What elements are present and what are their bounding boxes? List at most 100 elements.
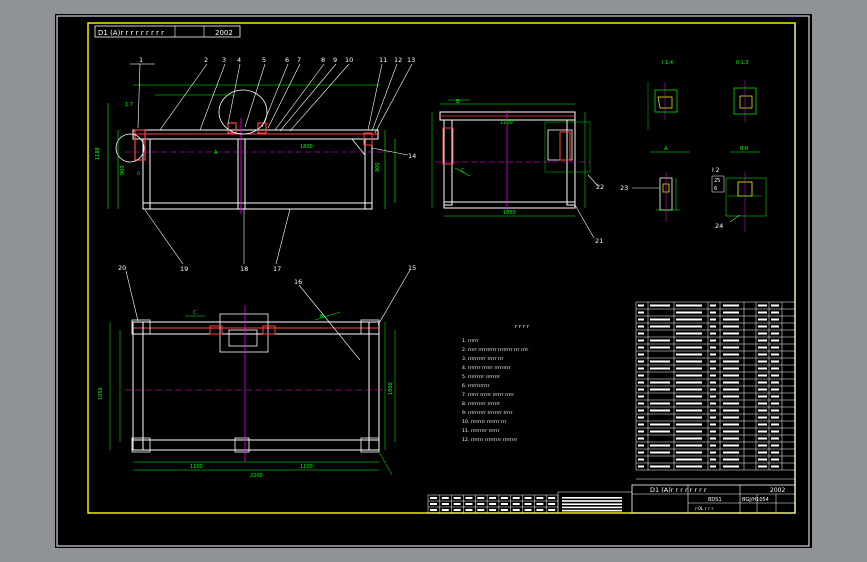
table-cell-text [638,416,644,419]
table-cell-text [638,381,644,384]
svg-text:1188: 1188 [95,147,101,160]
table-cell-text [512,509,520,511]
table-cell-text [489,503,497,505]
table-cell-text [710,402,716,405]
drawing-sheet [55,14,812,548]
table-cell-text [638,437,644,440]
table-cell-text [771,318,779,321]
table-cell-text [676,311,702,314]
table-cell-text [758,458,767,461]
table-cell-text [500,509,508,511]
table-cell-text [650,367,670,370]
table-cell-text [723,325,739,328]
table-cell-text [758,409,767,412]
table-cell-text [650,346,670,349]
table-cell-text [676,409,702,412]
table-cell-text [638,465,644,468]
svg-text:10: 10 [345,56,353,64]
table-cell-text [710,367,716,370]
table-cell-text [676,451,702,454]
svg-text:900: 900 [375,162,381,172]
svg-text:A: A [664,146,668,152]
svg-text:1050: 1050 [503,210,516,216]
svg-text:24: 24 [715,222,723,230]
table-cell-text [676,318,702,321]
table-cell-text [638,409,644,412]
table-cell-text [562,509,622,512]
table-cell-text [758,367,767,370]
table-cell-text [650,360,670,363]
table-cell-text [758,332,767,335]
table-cell-text [676,430,702,433]
table-cell-text [710,339,716,342]
table-cell-text [723,458,739,461]
table-cell-text [771,465,779,468]
table-cell-text [771,416,779,419]
table-cell-text [758,444,767,447]
drawing-number: D1 (A)r r r r r r r r r [98,29,164,37]
table-cell-text [771,444,779,447]
drawing-year: 2002 [215,29,233,37]
table-cell-text [548,503,556,505]
table-cell-text [548,509,556,511]
table-cell-text [676,339,702,342]
table-cell-text [524,497,532,499]
table-cell-text [676,423,702,426]
table-cell-text [676,465,702,468]
table-cell-text [771,395,779,398]
svg-text:6: 6 [714,186,717,192]
table-cell-text [638,388,644,391]
table-cell-text [723,374,739,377]
table-cell-text [441,497,449,499]
table-cell-text [710,458,716,461]
table-cell-text [758,318,767,321]
title-name: r-0L r r r [695,506,714,512]
table-cell-text [723,311,739,314]
table-cell-text [676,304,702,307]
table-cell-text [771,423,779,426]
table-cell-text [430,503,437,505]
table-cell-text [676,402,702,405]
svg-text:4. rrrrrrr rrrrrr rrrrrrrrr: 4. rrrrrrr rrrrrr rrrrrrrrr [462,365,511,371]
table-cell-text [723,339,739,342]
table-cell-text [758,360,767,363]
table-cell-text [723,388,739,391]
table-cell-text [710,416,716,419]
svg-text:5: 5 [262,56,266,64]
svg-text:15: 15 [408,264,416,272]
table-cell-text [638,367,644,370]
table-cell-text [638,353,644,356]
table-cell-text [676,332,702,335]
table-cell-text [650,381,670,384]
table-cell-text [500,503,508,505]
table-cell-text [710,374,716,377]
table-cell-text [638,423,644,426]
table-cell-text [676,374,702,377]
table-cell-text [650,402,670,405]
table-cell-text [771,409,779,412]
notes-title: r r r r [515,324,530,330]
table-cell-text [771,311,779,314]
svg-text:23: 23 [620,184,628,192]
table-cell-text [676,381,702,384]
table-cell-text [638,395,644,398]
svg-text:1050: 1050 [98,387,104,400]
svg-text:25: 25 [714,178,720,184]
table-cell-text [638,318,644,321]
svg-text:1800: 1800 [300,144,313,150]
table-cell-text [512,497,520,499]
table-cell-text [676,360,702,363]
svg-text:7: 7 [297,56,301,64]
svg-text:B-B: B-B [740,146,749,152]
table-cell-text [758,374,767,377]
table-cell-text [723,395,739,398]
table-cell-text [710,353,716,356]
title-company: BDS1 [708,497,722,503]
svg-text:I 1:4: I 1:4 [662,60,673,66]
table-cell-text [758,339,767,342]
table-cell-text [723,465,739,468]
svg-text:1. rrrrrr: 1. rrrrrr [462,338,479,344]
table-cell-text [638,444,644,447]
table-cell-text [710,409,716,412]
table-cell-text [771,374,779,377]
